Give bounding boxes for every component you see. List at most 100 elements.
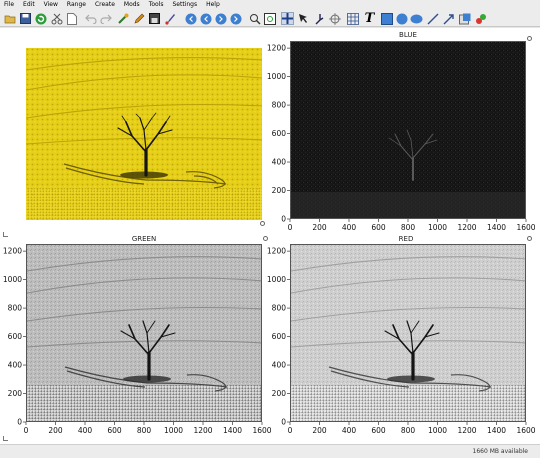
- red-x-tick-label: 0: [288, 426, 293, 435]
- grid-save-icon[interactable]: [148, 12, 161, 25]
- blue-y-tick-label: 200: [272, 186, 287, 195]
- refresh-icon[interactable]: [34, 12, 47, 25]
- ellipse-icon[interactable]: [410, 12, 423, 25]
- color-image-panel[interactable]: [26, 48, 262, 220]
- measure-icon[interactable]: [328, 12, 341, 25]
- red-x-tick-label: 1600: [516, 426, 535, 435]
- green-x-tick-label: 600: [107, 426, 122, 435]
- redo-icon[interactable]: [99, 12, 112, 25]
- blue-y-tick-label: 0: [281, 215, 286, 224]
- corner-mark: [3, 436, 8, 441]
- green-x-tick-label: 1000: [164, 426, 183, 435]
- corner-mark: [3, 232, 8, 237]
- memory-status: 1660 MB available: [472, 448, 528, 455]
- nav-last-icon[interactable]: [229, 12, 242, 25]
- toolbar: T: [0, 10, 540, 27]
- red-x-tick-label: 400: [342, 426, 357, 435]
- zoom-icon[interactable]: [248, 12, 261, 25]
- red-y-tick-label: 800: [272, 304, 287, 313]
- save-icon[interactable]: [19, 12, 32, 25]
- red-y-tick-label: 0: [281, 418, 286, 427]
- green-panel-title: GREEN: [131, 235, 157, 243]
- red-x-tick-label: 200: [312, 426, 327, 435]
- green-x-tick-label: 1600: [252, 426, 271, 435]
- blue-x-tick-label: 200: [312, 223, 327, 232]
- blue-x-tick-label: 400: [342, 223, 357, 232]
- green-y-tick-label: 1000: [3, 275, 22, 284]
- arrow-icon[interactable]: [442, 12, 455, 25]
- nav-first-icon[interactable]: [184, 12, 197, 25]
- red-x-tick-label: 600: [371, 426, 386, 435]
- red-x-tick-label: 1400: [487, 426, 506, 435]
- menu-edit[interactable]: Edit: [19, 0, 40, 10]
- red-y-tick-label: 1000: [267, 275, 286, 284]
- menu-settings[interactable]: Settings: [168, 0, 202, 10]
- blue-x-tick-label: 1200: [457, 223, 476, 232]
- red-x-tick-label: 1200: [457, 426, 476, 435]
- blue-x-tick-label: 600: [371, 223, 386, 232]
- canvas[interactable]: BLUE GREEN RED 0 200 400 600 800 1000 12…: [0, 28, 540, 444]
- blue-x-tick-label: 800: [401, 223, 416, 232]
- brush-icon[interactable]: [163, 12, 176, 25]
- green-x-tick-label: 200: [48, 426, 63, 435]
- pan-icon[interactable]: [313, 12, 326, 25]
- menu-bar: File Edit View Range Create Mods Tools S…: [0, 0, 540, 10]
- grid-icon[interactable]: [346, 12, 359, 25]
- status-bar: 1660 MB available: [0, 444, 540, 458]
- cut-icon[interactable]: [50, 12, 63, 25]
- green-y-tick-label: 800: [8, 304, 23, 313]
- menu-mods[interactable]: Mods: [120, 0, 145, 10]
- blue-panel-title: BLUE: [399, 31, 417, 39]
- green-y-tick-label: 1200: [3, 247, 22, 256]
- menu-tools[interactable]: Tools: [145, 0, 169, 10]
- open-folder-icon[interactable]: [3, 12, 16, 25]
- green-y-tick-label: 600: [8, 332, 23, 341]
- green-y-tick-label: 200: [8, 389, 23, 398]
- nav-next-icon[interactable]: [214, 12, 227, 25]
- red-y-tick-label: 1200: [267, 247, 286, 256]
- resize-handle[interactable]: [260, 221, 265, 226]
- blue-y-tick-label: 800: [272, 101, 287, 110]
- red-channel-panel[interactable]: [290, 244, 526, 422]
- rectangle-icon[interactable]: [380, 12, 393, 25]
- menu-create[interactable]: Create: [91, 0, 120, 10]
- menu-view[interactable]: View: [40, 0, 63, 10]
- resize-handle[interactable]: [263, 236, 268, 241]
- green-y-tick-label: 400: [8, 361, 23, 370]
- green-channel-image: [27, 245, 261, 421]
- crosshair-icon[interactable]: [281, 12, 294, 25]
- menu-help[interactable]: Help: [202, 0, 225, 10]
- resize-handle[interactable]: [527, 36, 532, 41]
- blue-x-tick-label: 1400: [487, 223, 506, 232]
- red-x-tick-label: 1000: [428, 426, 447, 435]
- green-channel-panel[interactable]: [26, 244, 262, 422]
- text-icon[interactable]: T: [363, 12, 376, 25]
- undo-icon[interactable]: [84, 12, 97, 25]
- document-icon[interactable]: [65, 12, 78, 25]
- color-photo: [26, 48, 262, 220]
- menu-file[interactable]: File: [0, 0, 19, 10]
- magic-icon[interactable]: [116, 12, 129, 25]
- line-icon[interactable]: [426, 12, 439, 25]
- resize-handle[interactable]: [527, 236, 532, 241]
- blue-channel-image: [291, 42, 525, 218]
- blue-x-tick-label: 0: [288, 223, 293, 232]
- blue-y-tick-label: 600: [272, 129, 287, 138]
- green-x-tick-label: 0: [24, 426, 29, 435]
- blue-x-tick-label: 1600: [516, 223, 535, 232]
- nav-prev-icon[interactable]: [199, 12, 212, 25]
- plugin-icon[interactable]: [474, 12, 487, 25]
- circle-icon[interactable]: [395, 12, 408, 25]
- red-y-tick-label: 600: [272, 332, 287, 341]
- red-y-tick-label: 200: [272, 389, 287, 398]
- red-channel-image: [291, 245, 525, 421]
- fill-icon[interactable]: [458, 12, 471, 25]
- zoom-fit-icon[interactable]: [263, 12, 276, 25]
- pen-icon[interactable]: [132, 12, 145, 25]
- blue-y-tick-label: 1200: [267, 44, 286, 53]
- blue-x-tick-label: 1000: [428, 223, 447, 232]
- green-y-tick-label: 0: [17, 418, 22, 427]
- blue-channel-panel[interactable]: [290, 41, 526, 219]
- cursor-icon[interactable]: [297, 12, 310, 25]
- menu-range[interactable]: Range: [63, 0, 91, 10]
